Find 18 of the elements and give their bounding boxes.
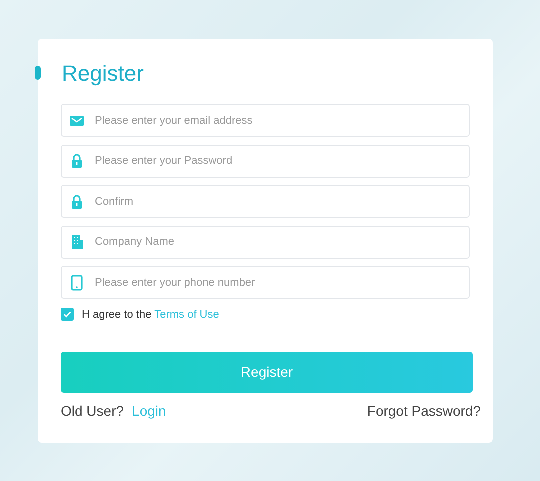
login-link[interactable]: Login [132, 403, 166, 419]
agreement-text: H agree to the Terms of Use [82, 308, 220, 322]
accent-mark [35, 66, 41, 80]
old-user-label: Old User? [61, 403, 124, 419]
input-field[interactable]: Confirm [61, 185, 470, 218]
register-button[interactable]: Register [61, 352, 473, 393]
input-field[interactable]: Please enter your Password [61, 144, 470, 178]
input-field[interactable]: Company Name [61, 226, 470, 258]
padlock-icon [69, 194, 85, 210]
input-field[interactable]: Please enter your email address [61, 104, 470, 137]
padlock-icon [69, 153, 85, 169]
agree-checkbox[interactable] [61, 308, 74, 322]
phone-icon [69, 274, 85, 290]
terms-link[interactable]: Terms of Use [154, 308, 220, 320]
form-title: Register [62, 61, 145, 87]
building-icon [69, 234, 85, 250]
input-field[interactable]: Please enter your phone number [61, 266, 470, 299]
forgot-password-link[interactable]: Forgot Password? [367, 401, 481, 422]
